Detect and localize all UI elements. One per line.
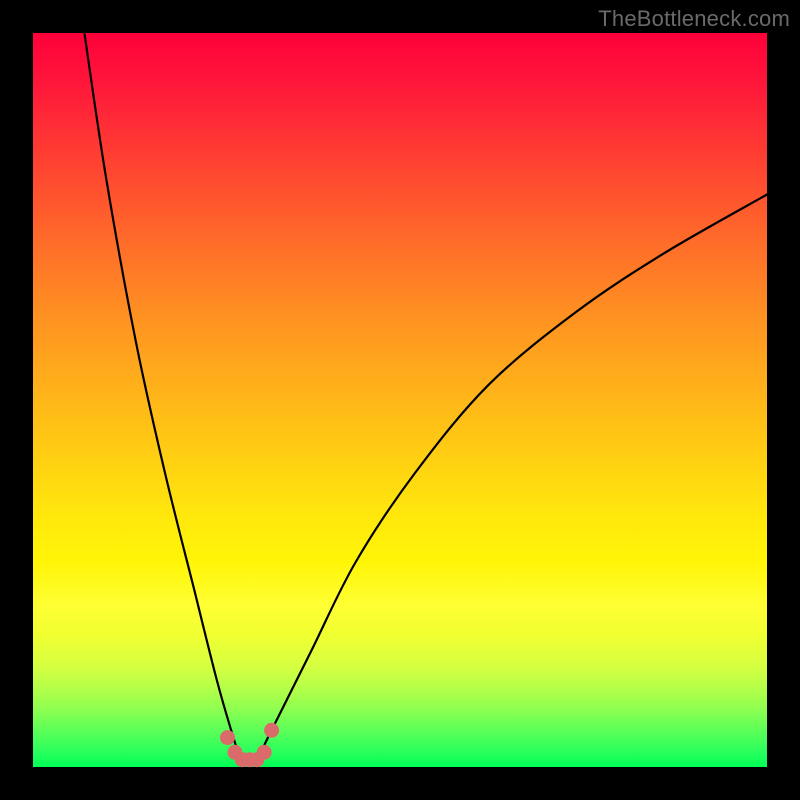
watermark-text: TheBottleneck.com [598,6,790,32]
marker-point [257,745,272,760]
curve-markers [220,723,279,767]
marker-point [220,730,235,745]
curve-svg [33,33,767,767]
bottleneck-curve [84,33,767,761]
plot-area [33,33,767,767]
marker-point [264,723,279,738]
chart-frame: TheBottleneck.com [0,0,800,800]
